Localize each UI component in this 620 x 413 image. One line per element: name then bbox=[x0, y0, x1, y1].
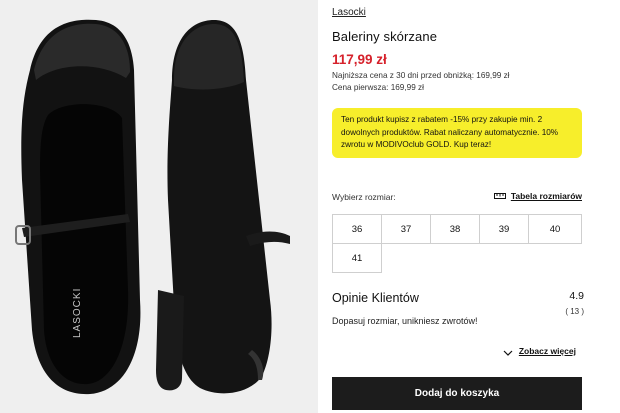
size-select-label: Wybierz rozmiar: bbox=[332, 192, 396, 202]
product-price: 117,99 zł bbox=[332, 52, 387, 67]
size-option-38[interactable]: 38 bbox=[430, 214, 480, 244]
see-more-button[interactable]: Zobacz więcej bbox=[503, 346, 576, 356]
ruler-icon bbox=[493, 192, 506, 200]
first-price-info: Cena pierwsza: 169,99 zł bbox=[332, 83, 424, 92]
add-to-cart-button[interactable]: Dodaj do koszyka bbox=[332, 377, 582, 410]
size-option-39[interactable]: 39 bbox=[479, 214, 529, 244]
size-table-link[interactable]: Tabela rozmiarów bbox=[493, 191, 582, 201]
see-more-label: Zobacz więcej bbox=[518, 346, 576, 356]
product-image: LASOCKI bbox=[0, 0, 318, 413]
rating-value: 4.9 bbox=[569, 290, 584, 302]
size-option-37[interactable]: 37 bbox=[381, 214, 431, 244]
product-image-shoes: LASOCKI bbox=[0, 0, 318, 413]
shoe-logo-text: LASOCKI bbox=[72, 288, 83, 338]
size-table-label: Tabela rozmiarów bbox=[510, 191, 582, 201]
rating-count: ( 13 ) bbox=[565, 307, 584, 316]
chevron-down-icon bbox=[503, 348, 513, 356]
product-title: Baleriny skórzane bbox=[332, 29, 438, 44]
product-info: Lasocki Baleriny skórzane 117,99 zł Najn… bbox=[332, 0, 584, 413]
size-option-41[interactable]: 41 bbox=[332, 243, 382, 273]
lowest-price-info: Najniższa cena z 30 dni przed obniżką: 1… bbox=[332, 71, 510, 80]
reviews-subtitle: Dopasuj rozmiar, unikniesz zwrotów! bbox=[332, 316, 478, 326]
reviews-title: Opinie Klientów bbox=[332, 291, 419, 305]
size-option-36[interactable]: 36 bbox=[332, 214, 382, 244]
size-option-40[interactable]: 40 bbox=[528, 214, 582, 244]
promo-banner: Ten produkt kupisz z rabatem -15% przy z… bbox=[332, 108, 582, 158]
brand-link[interactable]: Lasocki bbox=[332, 7, 366, 18]
